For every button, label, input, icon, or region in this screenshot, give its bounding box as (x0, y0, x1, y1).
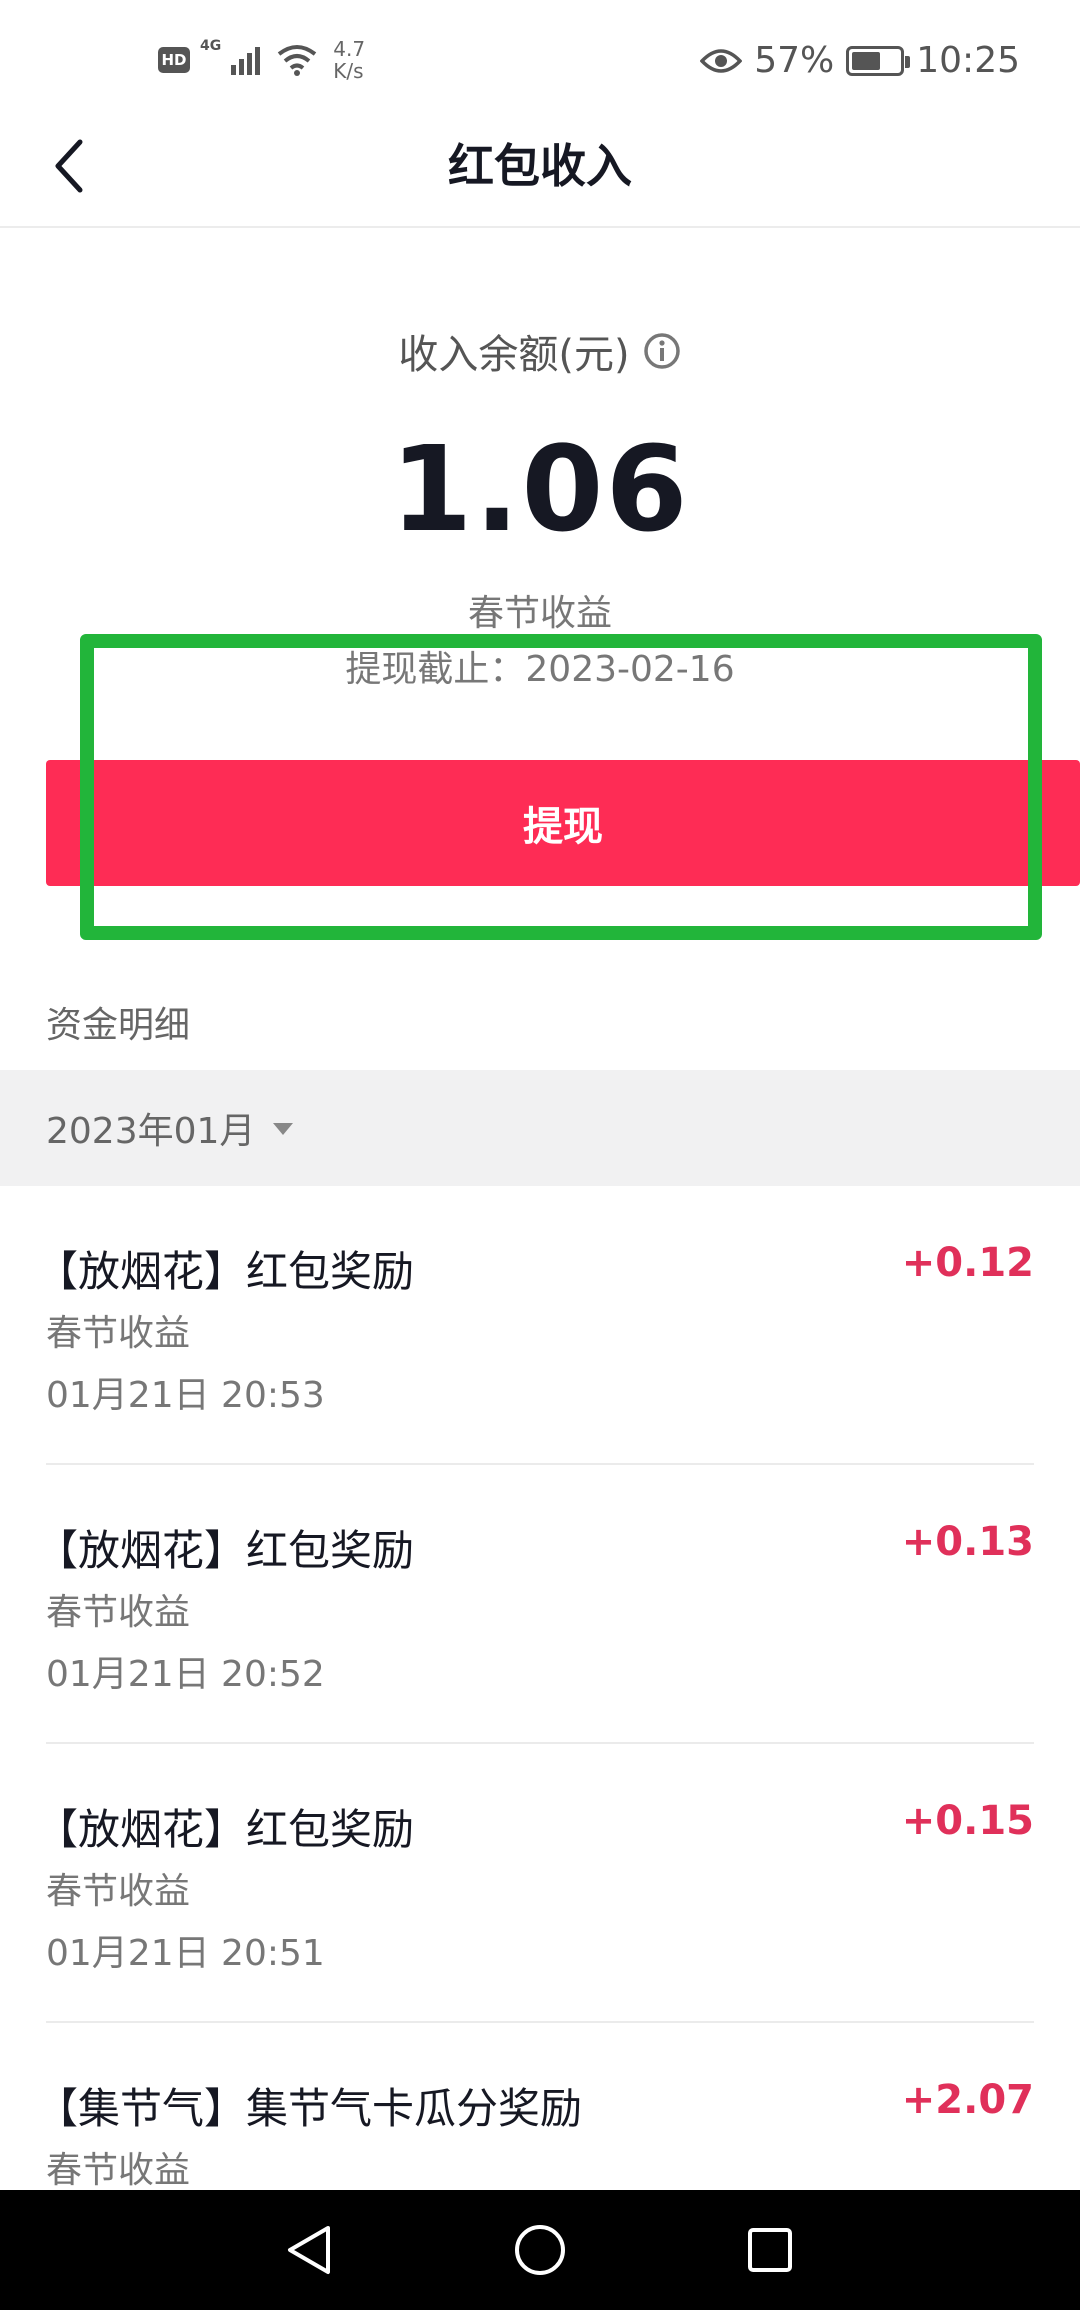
transaction-title: 【放烟花】红包奖励 (36, 1247, 415, 1296)
battery-percent: 57% (754, 40, 835, 81)
hd-icon: HD (158, 47, 190, 73)
transaction-amount: +0.15 (901, 1798, 1034, 1844)
battery-level (852, 51, 881, 70)
balance-label-row: 收入余额(元) (0, 322, 1080, 380)
status-left: HD 4G 4.7 K/s (158, 38, 365, 82)
transaction-source: 春节收益 (46, 2150, 191, 2191)
app-header: 红包收入 (0, 100, 1080, 228)
month-filter[interactable]: 2023年01月 (0, 1070, 1080, 1186)
list-item[interactable]: 【放烟花】红包奖励 +0.15 春节收益 01月21日 20:51 (36, 1744, 1034, 2023)
withdraw-button[interactable]: 提现 (46, 760, 1080, 886)
home-circle-icon[interactable] (510, 2220, 570, 2280)
network-type: 4G (200, 38, 222, 54)
balance-label: 收入余额(元) (398, 332, 630, 378)
transaction-amount: +2.07 (901, 2077, 1034, 2123)
transaction-title: 【放烟花】红包奖励 (36, 1805, 415, 1854)
month-filter-label: 2023年01月 (46, 1111, 256, 1152)
speed-unit: K/s (333, 59, 364, 83)
transaction-title: 【放烟花】红包奖励 (36, 1526, 415, 1575)
transaction-source: 春节收益 (46, 1313, 191, 1354)
recents-square-icon[interactable] (740, 2220, 800, 2280)
back-triangle-icon[interactable] (280, 2220, 340, 2280)
transaction-amount: +0.13 (901, 1519, 1034, 1565)
system-nav-bar (0, 2190, 1080, 2310)
withdraw-deadline: 提现截止：2023-02-16 (345, 649, 735, 690)
transaction-time: 01月21日 20:53 (46, 1375, 325, 1416)
transaction-list: 【放烟花】红包奖励 +0.12 春节收益 01月21日 20:53 【放烟花】红… (36, 1186, 1034, 2302)
speed-value: 4.7 (333, 37, 366, 61)
wifi-icon (278, 45, 317, 76)
info-icon[interactable] (642, 331, 682, 371)
transaction-title: 【集节气】集节气卡瓜分奖励 (36, 2084, 583, 2133)
balance-amount: 1.06 (390, 420, 690, 558)
status-right: 57% 10:25 (700, 40, 1020, 81)
signal-icon (231, 47, 261, 75)
transaction-source: 春节收益 (46, 1871, 191, 1912)
transaction-source: 春节收益 (46, 1592, 191, 1633)
caret-down-icon (273, 1123, 294, 1135)
section-title: 资金明细 (46, 1005, 191, 1046)
transaction-amount: +0.12 (901, 1240, 1034, 1286)
eye-icon (700, 48, 743, 73)
transaction-time: 01月21日 20:51 (46, 1933, 325, 1974)
transaction-time: 01月21日 20:52 (46, 1654, 325, 1695)
balance-source: 春节收益 (467, 593, 612, 634)
battery-icon (846, 45, 911, 76)
clock: 10:25 (916, 40, 1020, 81)
network-speed: 4.7 K/s (333, 38, 365, 82)
page-title: 红包收入 (448, 139, 632, 193)
list-item[interactable]: 【放烟花】红包奖励 +0.13 春节收益 01月21日 20:52 (36, 1465, 1034, 1744)
list-item[interactable]: 【放烟花】红包奖励 +0.12 春节收益 01月21日 20:53 (36, 1186, 1034, 1465)
